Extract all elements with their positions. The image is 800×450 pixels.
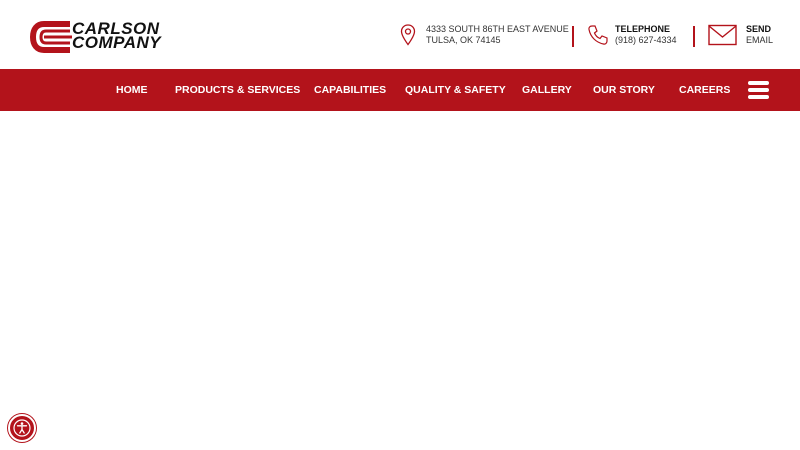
email-text: SEND EMAIL — [746, 24, 773, 46]
nav-item-our-story[interactable]: OUR STORY — [593, 69, 655, 111]
nav-item-capabilities[interactable]: CAPABILITIES — [314, 69, 386, 111]
phone-icon — [588, 25, 608, 45]
map-pin-icon — [400, 24, 416, 46]
menu-bar — [748, 81, 769, 85]
menu-bar — [748, 88, 769, 92]
menu-bar — [748, 95, 769, 99]
send-email-link[interactable]: SEND EMAIL — [708, 24, 773, 46]
telephone-label: TELEPHONE — [615, 24, 671, 34]
logo-wordmark: CARLSON COMPANY — [72, 20, 184, 52]
nav-item-gallery[interactable]: GALLERY — [522, 69, 572, 111]
page-content — [0, 111, 800, 450]
accessibility-button[interactable] — [8, 414, 36, 442]
email-value: EMAIL — [746, 35, 774, 45]
main-navigation: HOME PRODUCTS & SERVICES CAPABILITIES QU… — [0, 69, 800, 111]
telephone-link[interactable]: TELEPHONE (918) 627-4334 — [587, 24, 677, 46]
address-text: 4333 SOUTH 86TH EAST AVENUE TULSA, OK 74… — [426, 24, 569, 46]
accessibility-icon — [13, 419, 31, 437]
nav-item-quality-safety[interactable]: QUALITY & SAFETY — [405, 69, 506, 111]
envelope-icon — [708, 24, 737, 46]
nav-item-products-services[interactable]: PRODUCTS & SERVICES — [175, 69, 300, 111]
logo-line-2: COMPANY — [72, 33, 162, 52]
telephone-number: (918) 627-4334 — [615, 35, 677, 45]
nav-item-careers[interactable]: CAREERS — [679, 69, 730, 111]
address-line-1: 4333 SOUTH 86TH EAST AVENUE — [426, 24, 569, 34]
email-label: SEND — [746, 24, 772, 34]
telephone-text: TELEPHONE (918) 627-4334 — [615, 24, 677, 46]
hamburger-menu-icon[interactable] — [748, 81, 769, 99]
address-line-2: TULSA, OK 74145 — [426, 35, 501, 45]
address-block: 4333 SOUTH 86TH EAST AVENUE TULSA, OK 74… — [400, 24, 569, 46]
header-divider — [572, 26, 574, 47]
nav-item-home[interactable]: HOME — [116, 69, 148, 111]
site-header: CARLSON COMPANY 4333 SOUTH 86TH EAST AVE… — [0, 0, 800, 69]
header-divider — [693, 26, 695, 47]
